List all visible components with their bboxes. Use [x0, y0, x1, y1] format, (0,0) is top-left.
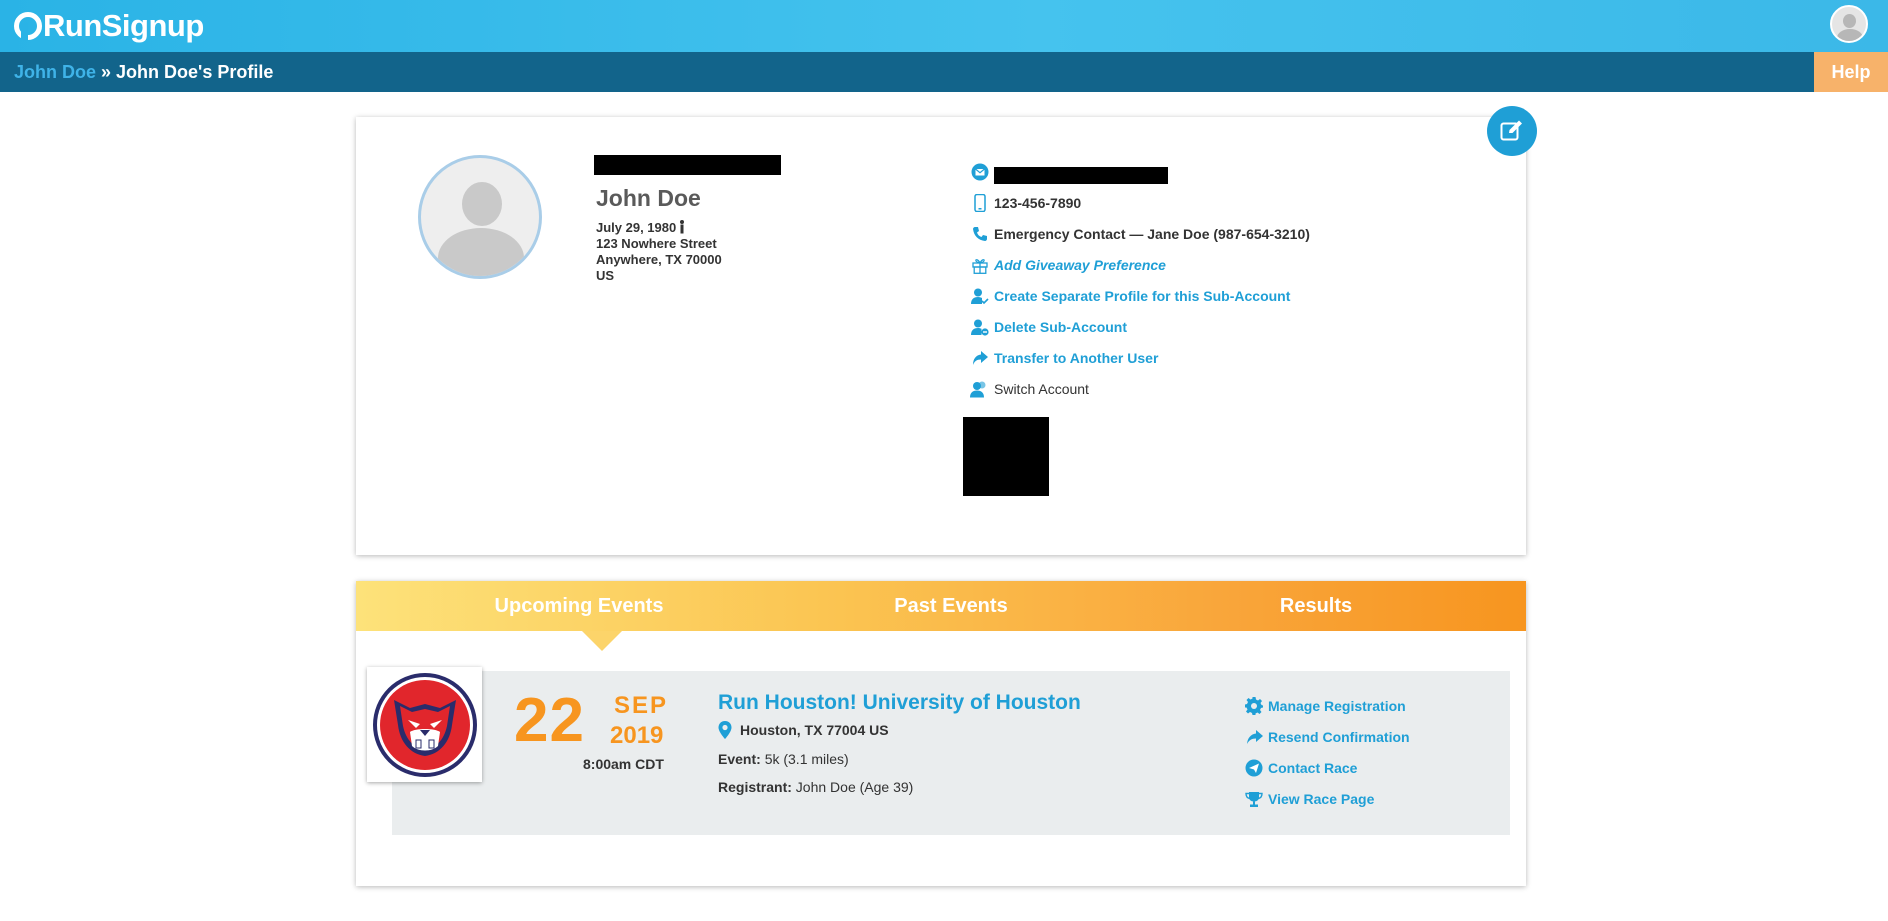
delete-sub-account-link[interactable]: Delete Sub-Account [994, 319, 1127, 335]
breadcrumb-current: John Doe's Profile [116, 62, 274, 82]
logo-text: RunSignup [43, 8, 204, 43]
manage-registration-row[interactable]: Manage Registration [1244, 695, 1406, 717]
race-event-value: 5k (3.1 miles) [764, 751, 849, 767]
edit-icon [1500, 120, 1522, 141]
breadcrumb-separator: » [96, 62, 117, 82]
phone-handset-icon [970, 224, 990, 244]
add-giveaway-link[interactable]: Add Giveaway Preference [994, 257, 1166, 273]
paper-plane-icon [1244, 758, 1264, 778]
gear-icon [1244, 696, 1264, 716]
contact-race-link[interactable]: Contact Race [1268, 760, 1357, 776]
phone-number: 123-456-7890 [994, 195, 1082, 211]
profile-country: US [596, 268, 615, 283]
share-arrow-icon [970, 348, 990, 368]
redacted-image [963, 417, 1049, 496]
add-giveaway-row[interactable]: Add Giveaway Preference [970, 254, 1166, 276]
tab-results[interactable]: Results [1216, 581, 1416, 631]
event-time: 8:00am CDT [583, 756, 664, 772]
view-race-page-link[interactable]: View Race Page [1268, 791, 1374, 807]
active-tab-pointer [582, 631, 622, 651]
view-race-page-row[interactable]: View Race Page [1244, 788, 1374, 810]
profile-address-line1: 123 Nowhere Street [596, 236, 717, 251]
emergency-contact-row: Emergency Contact — Jane Doe (987-654-32… [970, 223, 1310, 245]
manage-registration-link[interactable]: Manage Registration [1268, 698, 1406, 714]
race-registrant-line: Registrant: John Doe (Age 39) [718, 779, 913, 795]
breadcrumb-user-link[interactable]: John Doe [14, 62, 96, 82]
profile-details: July 29, 1980 123 Nowhere Street Anywher… [596, 220, 722, 284]
phone-row: 123-456-7890 [970, 192, 1081, 214]
delete-sub-row[interactable]: Delete Sub-Account [970, 316, 1127, 338]
phone-icon [970, 193, 990, 213]
event-day: 22 [514, 686, 585, 755]
share-icon [1244, 727, 1264, 747]
edit-profile-button[interactable] [1487, 106, 1537, 156]
user-minus-icon [970, 317, 990, 337]
race-event-label: Event: [718, 751, 761, 767]
redacted-username [594, 155, 781, 175]
map-pin-icon [718, 721, 732, 739]
profile-avatar [418, 155, 542, 279]
redacted-email [994, 166, 1168, 184]
breadcrumb-bar: John Doe » John Doe's Profile Help [0, 52, 1888, 92]
transfer-user-link[interactable]: Transfer to Another User [994, 350, 1158, 366]
tab-past-events[interactable]: Past Events [836, 581, 1066, 631]
breadcrumb: John Doe » John Doe's Profile [14, 62, 273, 83]
gift-icon [970, 255, 990, 275]
race-event-line: Event: 5k (3.1 miles) [718, 751, 849, 767]
help-button[interactable]: Help [1814, 52, 1888, 92]
trophy-icon [1244, 789, 1264, 809]
email-row [970, 161, 1168, 184]
resend-confirmation-link[interactable]: Resend Confirmation [1268, 729, 1410, 745]
transfer-row[interactable]: Transfer to Another User [970, 347, 1158, 369]
logo-mark-icon [14, 12, 42, 41]
resend-confirmation-row[interactable]: Resend Confirmation [1244, 726, 1410, 748]
top-header: RunSignup [0, 0, 1888, 52]
create-profile-row[interactable]: Create Separate Profile for this Sub-Acc… [970, 285, 1290, 307]
user-avatar-icon[interactable] [1830, 5, 1868, 43]
contact-race-row[interactable]: Contact Race [1244, 757, 1357, 779]
profile-name: John Doe [596, 185, 701, 211]
runsignup-logo[interactable]: RunSignup [14, 6, 204, 46]
tab-upcoming-events[interactable]: Upcoming Events [456, 581, 702, 631]
race-registrant-label: Registrant: [718, 779, 792, 795]
profile-address-line2: Anywhere, TX 70000 [596, 252, 722, 267]
race-title-link[interactable]: Run Houston! University of Houston [718, 691, 1081, 715]
switch-account-row[interactable]: Switch Account [970, 378, 1089, 400]
profile-card: John Doe July 29, 1980 123 Nowhere Stree… [356, 117, 1526, 555]
events-card: Upcoming Events Past Events Results 22 S… [356, 581, 1526, 886]
race-location-text: Houston, TX 77004 US [740, 722, 889, 738]
race-logo[interactable] [367, 667, 482, 782]
emergency-contact: Emergency Contact — Jane Doe (987-654-32… [994, 226, 1310, 242]
event-year: 2019 [610, 722, 664, 749]
male-icon [680, 220, 685, 234]
race-registrant-value: John Doe (Age 39) [795, 779, 914, 795]
cougar-logo-icon [371, 671, 478, 778]
create-separate-profile-link[interactable]: Create Separate Profile for this Sub-Acc… [994, 288, 1290, 304]
events-tabs: Upcoming Events Past Events Results [356, 581, 1526, 631]
switch-account-link[interactable]: Switch Account [994, 381, 1089, 397]
profile-birthdate: July 29, 1980 [596, 220, 677, 235]
users-icon [970, 379, 990, 399]
race-location: Houston, TX 77004 US [718, 721, 889, 739]
user-check-icon [970, 286, 990, 306]
email-icon [970, 162, 990, 182]
event-month: SEP [614, 692, 669, 719]
